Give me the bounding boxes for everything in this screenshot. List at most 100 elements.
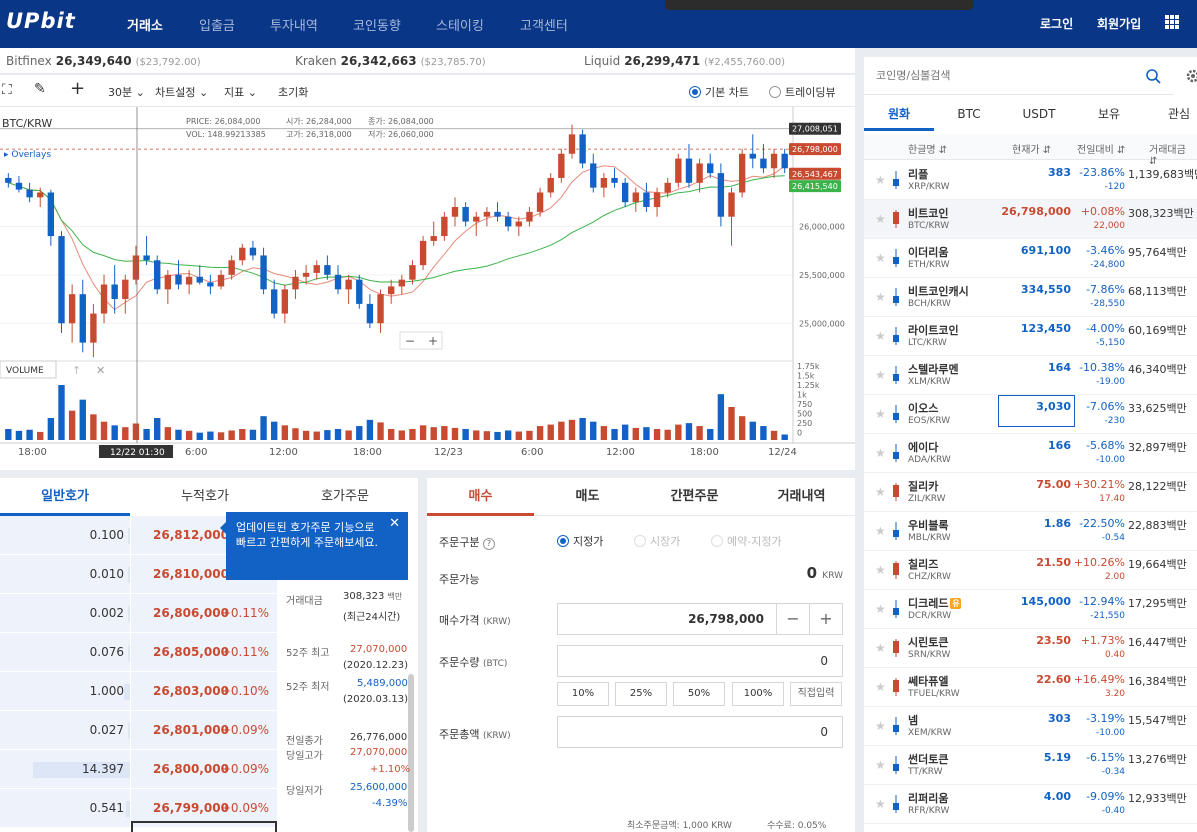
tab-cumulative-orderbook[interactable]: 누적호가 bbox=[140, 478, 270, 516]
candle-body[interactable] bbox=[632, 192, 639, 203]
chart-settings-menu[interactable]: 차트설정 ⌄ bbox=[155, 84, 208, 100]
candle-body[interactable] bbox=[15, 182, 23, 190]
candle-body[interactable] bbox=[387, 286, 395, 295]
candle-body[interactable] bbox=[664, 182, 671, 193]
star-icon[interactable]: ★ bbox=[875, 524, 886, 538]
search-icon[interactable] bbox=[1145, 68, 1161, 84]
coin-row[interactable]: ★ 우비블록 MBL/KRW 1.86 -22.50% -0.54 22,883백만 bbox=[864, 512, 1197, 551]
sort-name[interactable]: 한글명 ⇵ bbox=[908, 141, 947, 156]
candle-body[interactable] bbox=[271, 289, 278, 314]
tab-general-orderbook[interactable]: 일반호가 bbox=[0, 478, 130, 516]
apps-grid-icon[interactable] bbox=[1165, 15, 1179, 29]
candle-body[interactable] bbox=[366, 303, 374, 324]
coin-row[interactable]: ★ 비트코인캐시 BCH/KRW 334,550 -7.86% -28,550 68,113… bbox=[864, 278, 1197, 317]
coin-search-input[interactable] bbox=[864, 57, 1174, 95]
candle-body[interactable] bbox=[621, 182, 629, 203]
candle-body[interactable] bbox=[451, 207, 459, 217]
star-icon[interactable]: ★ bbox=[875, 368, 886, 382]
chart-reset-button[interactable]: 초기화 bbox=[278, 84, 308, 100]
candle-body[interactable] bbox=[579, 134, 586, 164]
candle-body[interactable] bbox=[356, 279, 363, 304]
candle-body[interactable] bbox=[249, 247, 257, 256]
tab-buy[interactable]: 매수 bbox=[427, 478, 534, 516]
price-plus-button[interactable]: + bbox=[809, 603, 843, 635]
coin-row[interactable]: ★ 질리카 ZIL/KRW 75.00 +30.21% 17.40 28,122백만 bbox=[864, 473, 1197, 512]
tradingview-radio[interactable]: 트레이딩뷰 bbox=[769, 84, 836, 100]
custom-input-button[interactable]: 직접입력 bbox=[790, 682, 842, 706]
order-type-reserved[interactable]: 예약-지정가 bbox=[711, 533, 782, 549]
coin-row[interactable]: ★ 리플 XRP/KRW 383 -23.86% -120 1,139,683백만 bbox=[864, 161, 1197, 200]
candle-body[interactable] bbox=[302, 272, 310, 277]
tab-favorites[interactable]: 관심 bbox=[1144, 98, 1197, 131]
tab-btc[interactable]: BTC bbox=[934, 98, 1004, 131]
candle-body[interactable] bbox=[515, 221, 522, 227]
candle-body[interactable] bbox=[164, 274, 172, 290]
coin-row[interactable]: ★ 이오스 EOS/KRW 3,030 -7.06% -230 33,625백만 bbox=[864, 395, 1197, 434]
move-up-icon[interactable]: ↑ bbox=[72, 364, 81, 377]
scrollbar[interactable] bbox=[408, 674, 414, 832]
candle-body[interactable] bbox=[430, 236, 437, 241]
nav-exchange[interactable]: 거래소 bbox=[127, 15, 163, 34]
candle-body[interactable] bbox=[47, 192, 55, 237]
candle-body[interactable] bbox=[536, 192, 544, 212]
interval-select[interactable]: 30분 ⌄ bbox=[108, 84, 145, 100]
candle-body[interactable] bbox=[196, 276, 203, 283]
star-icon[interactable]: ★ bbox=[875, 563, 886, 577]
tab-usdt[interactable]: USDT bbox=[1004, 98, 1074, 131]
coin-row[interactable]: ★ 리퍼리움 RFR/KRW 4.00 -9.09% -0.40 12,933백만 bbox=[864, 785, 1197, 824]
sort-change[interactable]: 전일대비 ⇵ bbox=[1077, 141, 1125, 156]
order-type-limit[interactable]: 지정가 bbox=[557, 533, 603, 549]
candle-body[interactable] bbox=[600, 177, 608, 188]
tab-trade-history[interactable]: 거래내역 bbox=[748, 478, 855, 516]
candle-body[interactable] bbox=[143, 255, 150, 261]
candle-body[interactable] bbox=[749, 153, 756, 159]
star-icon[interactable]: ★ bbox=[875, 797, 886, 811]
candle-body[interactable] bbox=[207, 282, 214, 287]
candle-body[interactable] bbox=[738, 153, 746, 193]
candle-body[interactable] bbox=[281, 289, 289, 314]
star-icon[interactable]: ★ bbox=[875, 173, 886, 187]
candle-body[interactable] bbox=[504, 216, 512, 227]
coin-row[interactable]: ★ 쎄타퓨엘 TFUEL/KRW 22.60 +16.49% 3.20 16,384백만 bbox=[864, 668, 1197, 707]
candle-body[interactable] bbox=[590, 163, 597, 188]
orderbook-row[interactable]: 1.000 26,803,000 +0.10% bbox=[0, 672, 278, 711]
order-type-market[interactable]: 시장가 bbox=[634, 533, 680, 549]
orderbook-row[interactable]: 0.002 26,806,000 +0.11% bbox=[0, 594, 278, 633]
star-icon[interactable]: ★ bbox=[875, 290, 886, 304]
login-link[interactable]: 로그인 bbox=[1040, 15, 1073, 32]
orderbook-row[interactable]: 0.076 26,805,000 +0.11% bbox=[0, 633, 278, 672]
star-icon[interactable]: ★ bbox=[875, 719, 886, 733]
quantity-input[interactable]: 0 bbox=[557, 645, 843, 677]
candle-body[interactable] bbox=[441, 216, 448, 237]
star-icon[interactable]: ★ bbox=[875, 680, 886, 694]
pct-100-button[interactable]: 100% bbox=[732, 682, 784, 706]
candle-body[interactable] bbox=[324, 265, 331, 275]
tab-sell[interactable]: 매도 bbox=[534, 478, 641, 516]
candle-body[interactable] bbox=[334, 274, 342, 290]
candle-body[interactable] bbox=[111, 284, 118, 300]
candle-body[interactable] bbox=[558, 153, 565, 178]
draw-pencil-icon[interactable]: ✎ bbox=[34, 81, 46, 97]
candle-body[interactable] bbox=[611, 177, 618, 183]
close-icon[interactable]: ✕ bbox=[96, 364, 105, 377]
coin-row[interactable]: ★ 썬더토큰 TT/KRW 5.19 -6.15% -0.34 13,276백만 bbox=[864, 746, 1197, 785]
candle-body[interactable] bbox=[100, 284, 108, 314]
coin-row[interactable]: ★ 디크레드 유 DCR/KRW 145,000 -12.94% -21,550 17,295… bbox=[864, 590, 1197, 629]
candle-body[interactable] bbox=[26, 189, 33, 198]
candle-body[interactable] bbox=[398, 279, 406, 287]
star-icon[interactable]: ★ bbox=[875, 212, 886, 226]
star-icon[interactable]: ★ bbox=[875, 602, 886, 616]
candle-body[interactable] bbox=[653, 192, 661, 208]
tab-holdings[interactable]: 보유 bbox=[1074, 98, 1144, 131]
close-icon[interactable]: ✕ bbox=[389, 516, 400, 531]
candle-body[interactable] bbox=[90, 313, 97, 343]
candle-body[interactable] bbox=[643, 192, 650, 208]
tab-simple-order[interactable]: 간편주문 bbox=[641, 478, 748, 516]
candle-body[interactable] bbox=[483, 211, 491, 217]
coin-row[interactable]: ★ 이더리움 ETH/KRW 691,100 -3.46% -24,800 95,764백만 bbox=[864, 239, 1197, 278]
star-icon[interactable]: ★ bbox=[875, 446, 886, 460]
nav-investments[interactable]: 투자내역 bbox=[270, 15, 318, 34]
tab-krw[interactable]: 원화 bbox=[864, 98, 934, 131]
candle-body[interactable] bbox=[547, 177, 554, 193]
candle-body[interactable] bbox=[37, 192, 44, 198]
